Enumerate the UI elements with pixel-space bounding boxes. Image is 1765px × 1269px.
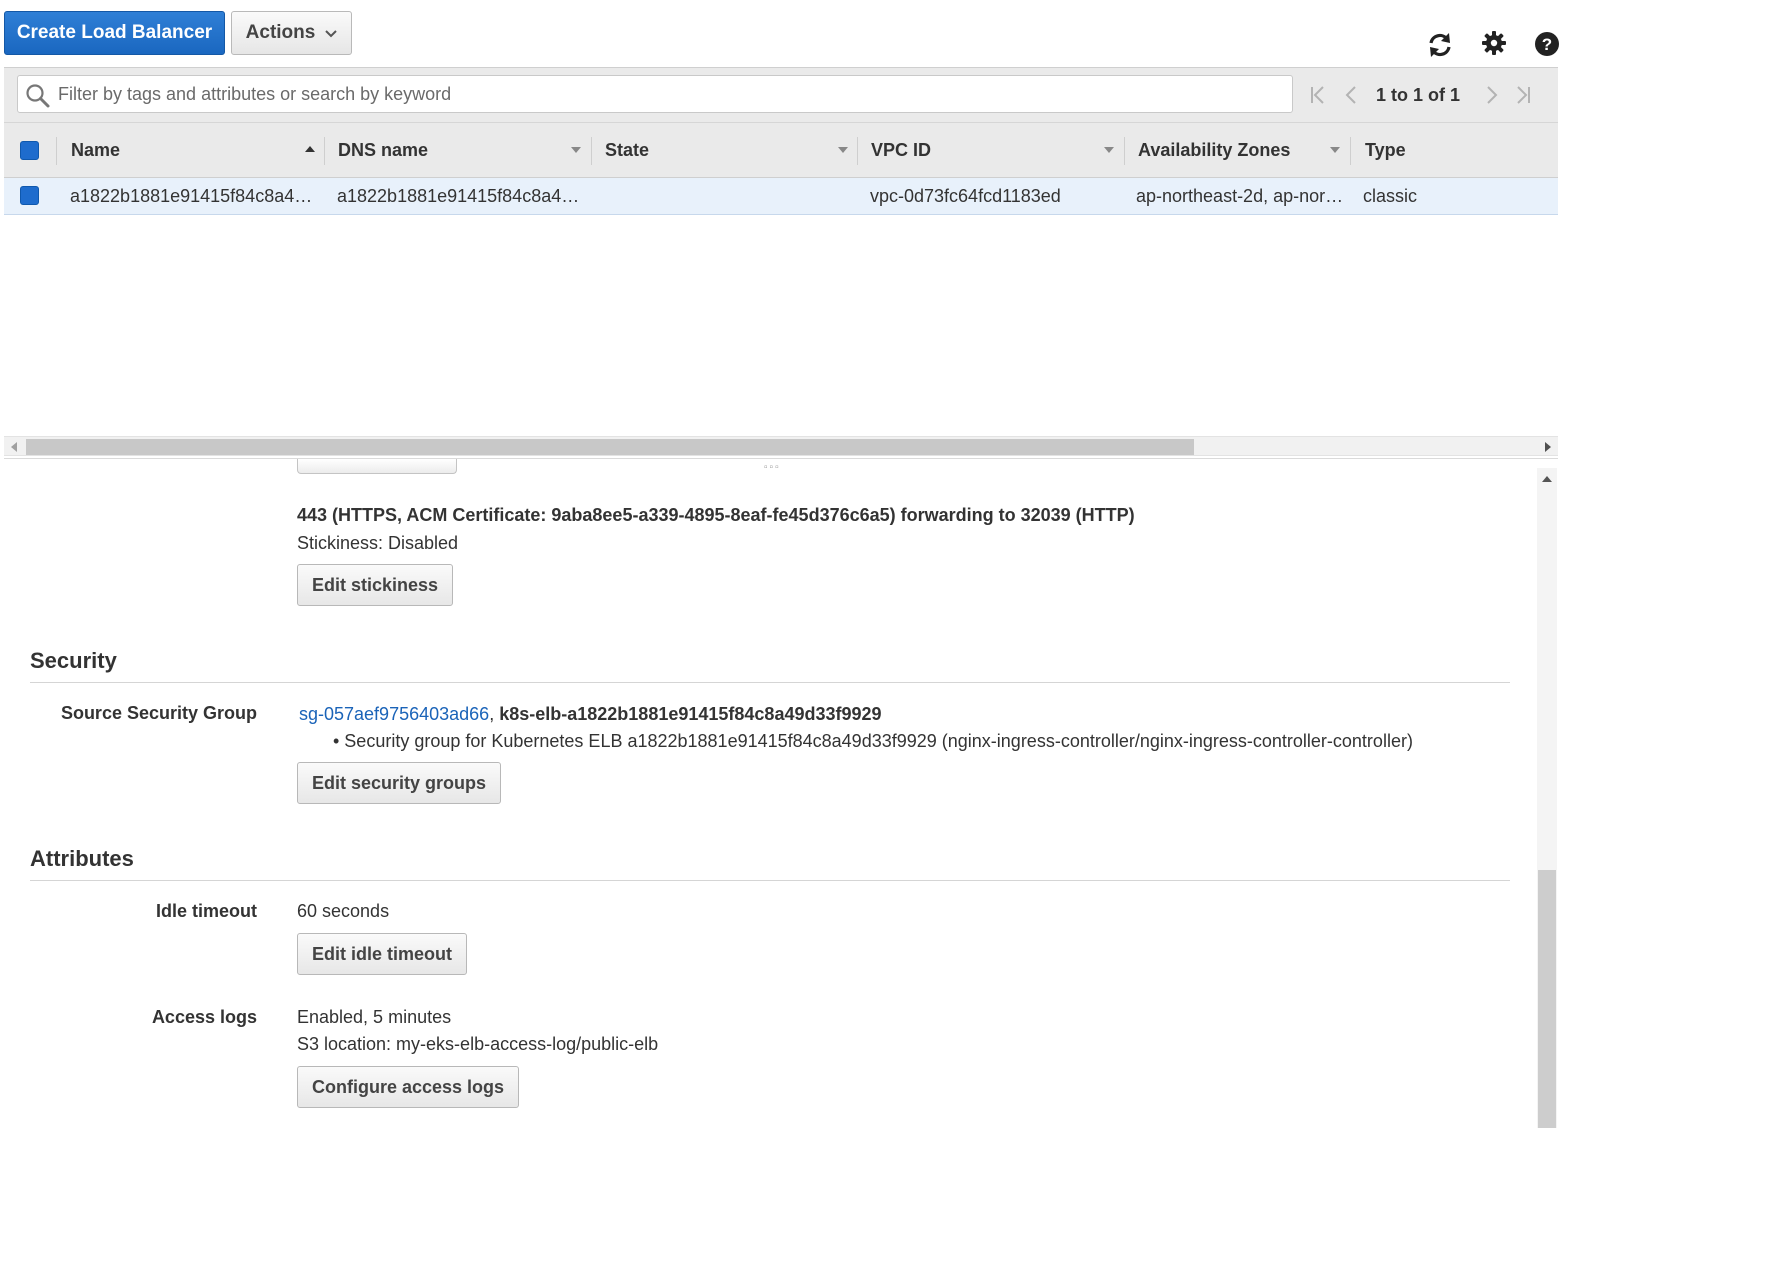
access-logs-label: Access logs — [151, 1007, 257, 1027]
edit-stickiness-button[interactable]: Edit stickiness — [297, 564, 454, 606]
source-security-group-value: sg-057aef9756403ad66, k8s-elb-a1822b1881… — [299, 704, 882, 725]
column-divider — [1350, 137, 1351, 165]
access-logs-value: Enabled, 5 minutes — [297, 1007, 452, 1027]
search-box — [17, 75, 1293, 113]
refresh-icon[interactable] — [1423, 28, 1457, 62]
cell-type: classic — [1363, 185, 1418, 206]
edit-security-groups-button[interactable]: Edit security groups — [297, 762, 502, 804]
create-load-balancer-button[interactable]: Create Load Balancer — [4, 11, 225, 55]
sort-icon[interactable] — [1104, 147, 1114, 153]
sort-icon[interactable] — [1330, 147, 1340, 153]
sort-icon[interactable] — [571, 147, 581, 153]
select-all-checkbox[interactable] — [20, 141, 39, 160]
cell-dns-name: a1822b1881e91415f84c8a4… — [337, 185, 580, 206]
filter-bar: 1 to 1 of 1 — [4, 67, 1558, 122]
idle-timeout-label: Idle timeout — [155, 901, 257, 921]
column-header-vpc-id[interactable]: VPC ID — [871, 123, 931, 178]
last-page-icon[interactable] — [1514, 78, 1532, 112]
pager-text: 1 to 1 of 1 — [1376, 85, 1461, 105]
security-group-description: • Security group for Kubernetes ELB a182… — [333, 731, 1413, 751]
previous-page-icon[interactable] — [1344, 78, 1358, 112]
configure-access-logs-button[interactable]: Configure access logs — [297, 1066, 520, 1108]
help-icon[interactable]: ? — [1530, 27, 1564, 61]
security-group-id-link[interactable]: sg-057aef9756403ad66 — [299, 704, 489, 724]
cell-availability-zones: ap-northeast-2d, ap-nor… — [1136, 185, 1344, 206]
search-input[interactable] — [56, 76, 1286, 112]
row-checkbox[interactable] — [20, 186, 39, 205]
actions-label: Actions — [245, 22, 316, 43]
section-divider — [30, 682, 1510, 683]
stickiness-status: Stickiness: Disabled — [297, 533, 459, 553]
column-header-availability-zones[interactable]: Availability Zones — [1138, 123, 1290, 178]
security-group-separator: , — [489, 704, 495, 724]
idle-timeout-value: 60 seconds — [297, 901, 390, 921]
column-header-name[interactable]: Name — [71, 123, 120, 178]
column-divider — [324, 137, 325, 165]
scroll-left-arrow-icon[interactable] — [11, 442, 17, 452]
table-row[interactable]: a1822b1881e91415f84c8a4… a1822b1881e9141… — [4, 178, 1558, 215]
vertical-scrollbar[interactable] — [1537, 468, 1557, 1128]
scroll-right-arrow-icon[interactable] — [1545, 442, 1551, 452]
partially-hidden-button[interactable] — [297, 459, 457, 474]
column-divider — [591, 137, 592, 165]
source-security-group-label: Source Security Group — [60, 703, 257, 723]
create-load-balancer-label: Create Load Balancer — [16, 22, 213, 43]
search-icon — [25, 83, 51, 114]
svg-text:?: ? — [1542, 35, 1552, 54]
access-logs-location: S3 location: my-eks-elb-access-log/publi… — [297, 1034, 659, 1054]
column-divider — [1124, 137, 1125, 165]
column-header-dns-name[interactable]: DNS name — [338, 123, 428, 178]
attributes-section-title: Attributes — [30, 846, 134, 871]
horizontal-scrollbar-thumb[interactable] — [26, 439, 1194, 455]
security-section-title: Security — [30, 648, 117, 673]
cell-name: a1822b1881e91415f84c8a4… — [70, 185, 313, 206]
next-page-icon[interactable] — [1485, 78, 1499, 112]
listener-description: 443 (HTTPS, ACM Certificate: 9aba8ee5-a3… — [297, 505, 1135, 525]
column-header-type[interactable]: Type — [1365, 123, 1406, 178]
table-header: Name DNS name State VPC ID Availability … — [4, 122, 1558, 178]
resize-handle-icon[interactable]: ▫▫▫ — [764, 462, 781, 473]
first-page-icon[interactable] — [1309, 78, 1327, 112]
sort-ascending-icon[interactable] — [305, 146, 315, 152]
section-divider — [30, 880, 1510, 881]
cell-vpc-id: vpc-0d73fc64fcd1183ed — [870, 185, 1061, 206]
chevron-down-icon — [325, 22, 338, 44]
security-group-name: k8s-elb-a1822b1881e91415f84c8a49d33f9929 — [499, 704, 882, 724]
column-header-state[interactable]: State — [605, 123, 649, 178]
panel-divider — [4, 458, 1558, 459]
vertical-scrollbar-thumb[interactable] — [1538, 870, 1556, 1128]
column-divider — [857, 137, 858, 165]
column-divider — [56, 137, 57, 165]
horizontal-scrollbar[interactable] — [4, 436, 1558, 456]
actions-dropdown-button[interactable]: Actions — [231, 11, 352, 55]
edit-idle-timeout-button[interactable]: Edit idle timeout — [297, 933, 468, 975]
sort-icon[interactable] — [838, 147, 848, 153]
scroll-up-arrow-icon[interactable] — [1542, 476, 1552, 482]
gear-icon[interactable] — [1477, 26, 1511, 60]
